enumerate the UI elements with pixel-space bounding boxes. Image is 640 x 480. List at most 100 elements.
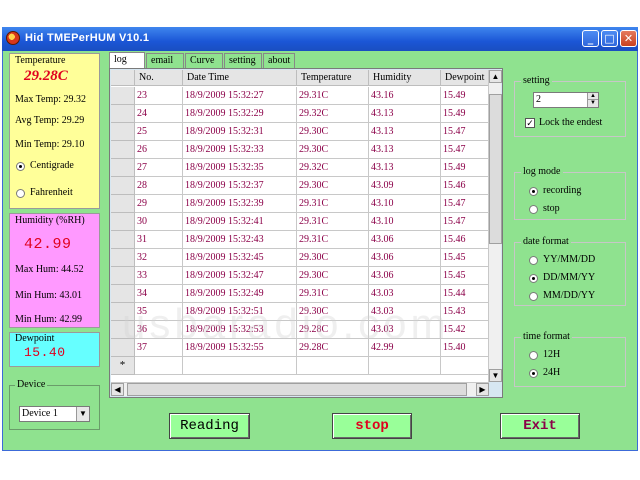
log-table[interactable]: No. Date Time Temperature Humidity Dewpo… [111,70,489,382]
cell-humidity[interactable]: 43.06 [369,231,441,249]
cell-datetime[interactable]: 18/9/2009 15:32:27 [183,87,297,105]
cell-datetime[interactable]: 18/9/2009 15:32:41 [183,213,297,231]
stop-button[interactable]: stop [332,413,412,439]
col-header-dewpoint[interactable]: Dewpoint [441,70,489,86]
cell-humidity[interactable]: 43.13 [369,105,441,123]
cell-no[interactable]: 26 [135,141,183,159]
cell-humidity[interactable]: 43.06 [369,267,441,285]
log-grid[interactable]: No. Date Time Temperature Humidity Dewpo… [109,68,503,398]
cell-temperature[interactable]: 29.31C [297,231,369,249]
cell-temperature[interactable]: 29.31C [297,87,369,105]
fahrenheit-radio[interactable] [16,189,25,198]
reading-button[interactable]: Reading [169,413,250,439]
row-header[interactable] [111,231,135,249]
row-header[interactable] [111,303,135,321]
cell-humidity[interactable]: 43.16 [369,87,441,105]
cell-no[interactable]: 33 [135,267,183,285]
cell-dewpoint[interactable]: 15.47 [441,141,489,159]
date-format-dmy-radio[interactable] [529,274,538,283]
cell-temperature[interactable]: 29.30C [297,303,369,321]
row-header[interactable] [111,159,135,177]
time-24h-radio[interactable] [529,369,538,378]
maximize-button[interactable]: □ [601,30,618,47]
col-header-datetime[interactable]: Date Time [183,70,297,86]
cell-datetime[interactable]: 18/9/2009 15:32:55 [183,339,297,357]
cell-temperature[interactable]: 29.30C [297,249,369,267]
row-header[interactable] [111,249,135,267]
cell-datetime[interactable]: 18/9/2009 15:32:35 [183,159,297,177]
cell-temperature[interactable]: 29.30C [297,177,369,195]
cell-temperature[interactable]: 29.28C [297,321,369,339]
hscroll-thumb[interactable] [127,383,467,396]
tab-setting[interactable]: setting [224,53,262,68]
tab-log[interactable]: log [109,52,145,68]
cell-dewpoint[interactable]: 15.45 [441,267,489,285]
exit-button[interactable]: Exit [500,413,580,439]
cell-humidity[interactable]: 43.03 [369,303,441,321]
row-header[interactable] [111,285,135,303]
cell-dewpoint[interactable]: 15.46 [441,177,489,195]
cell-humidity[interactable]: 43.10 [369,195,441,213]
row-header[interactable] [111,267,135,285]
row-header[interactable] [111,105,135,123]
new-row-marker[interactable]: * [111,357,135,375]
cell-datetime[interactable]: 18/9/2009 15:32:43 [183,231,297,249]
cell-humidity[interactable]: 42.99 [369,339,441,357]
cell-dewpoint[interactable]: 15.49 [441,105,489,123]
spin-up-icon[interactable]: ▲ [587,93,598,100]
scroll-right-icon[interactable]: ▶ [476,383,489,396]
tab-about[interactable]: about [263,53,295,68]
cell-no[interactable]: 36 [135,321,183,339]
new-row-cell[interactable] [441,357,489,375]
minimize-button[interactable]: _ [582,30,599,47]
device-select[interactable]: Device 1 ▼ [19,406,90,422]
centigrade-radio[interactable] [16,162,25,171]
cell-no[interactable]: 25 [135,123,183,141]
cell-dewpoint[interactable]: 15.47 [441,213,489,231]
stop-radio[interactable] [529,205,538,214]
horizontal-scrollbar[interactable]: ◀ ▶ [111,382,489,396]
row-header[interactable] [111,213,135,231]
cell-no[interactable]: 23 [135,87,183,105]
cell-humidity[interactable]: 43.13 [369,159,441,177]
cell-datetime[interactable]: 18/9/2009 15:32:33 [183,141,297,159]
cell-datetime[interactable]: 18/9/2009 15:32:45 [183,249,297,267]
date-format-ymd-radio[interactable] [529,256,538,265]
cell-dewpoint[interactable]: 15.44 [441,285,489,303]
scroll-up-icon[interactable]: ▲ [489,70,502,83]
new-row-cell[interactable] [135,357,183,375]
cell-no[interactable]: 24 [135,105,183,123]
cell-temperature[interactable]: 29.31C [297,285,369,303]
lock-checkbox[interactable]: ✓ [525,118,535,128]
col-header-humidity[interactable]: Humidity [369,70,441,86]
time-12h-radio[interactable] [529,351,538,360]
cell-no[interactable]: 29 [135,195,183,213]
row-header[interactable] [111,195,135,213]
tab-curve[interactable]: Curve [185,53,223,68]
row-header[interactable] [111,123,135,141]
cell-datetime[interactable]: 18/9/2009 15:32:49 [183,285,297,303]
cell-no[interactable]: 28 [135,177,183,195]
cell-humidity[interactable]: 43.10 [369,213,441,231]
cell-datetime[interactable]: 18/9/2009 15:32:29 [183,105,297,123]
cell-dewpoint[interactable]: 15.43 [441,303,489,321]
cell-temperature[interactable]: 29.30C [297,141,369,159]
row-header[interactable] [111,177,135,195]
cell-temperature[interactable]: 29.31C [297,213,369,231]
cell-datetime[interactable]: 18/9/2009 15:32:37 [183,177,297,195]
new-row-cell[interactable] [369,357,441,375]
cell-dewpoint[interactable]: 15.47 [441,195,489,213]
col-header-temperature[interactable]: Temperature [297,70,369,86]
row-header[interactable] [111,141,135,159]
spin-down-icon[interactable]: ▼ [587,100,598,107]
cell-datetime[interactable]: 18/9/2009 15:32:39 [183,195,297,213]
cell-dewpoint[interactable]: 15.42 [441,321,489,339]
cell-humidity[interactable]: 43.03 [369,321,441,339]
col-header-no[interactable]: No. [135,70,183,86]
chevron-down-icon[interactable]: ▼ [76,407,89,421]
date-format-mdy-radio[interactable] [529,292,538,301]
title-bar[interactable]: Hid TMEPerHUM V10.1 _ □ ✕ [2,27,638,51]
cell-dewpoint[interactable]: 15.47 [441,123,489,141]
cell-no[interactable]: 32 [135,249,183,267]
cell-no[interactable]: 34 [135,285,183,303]
